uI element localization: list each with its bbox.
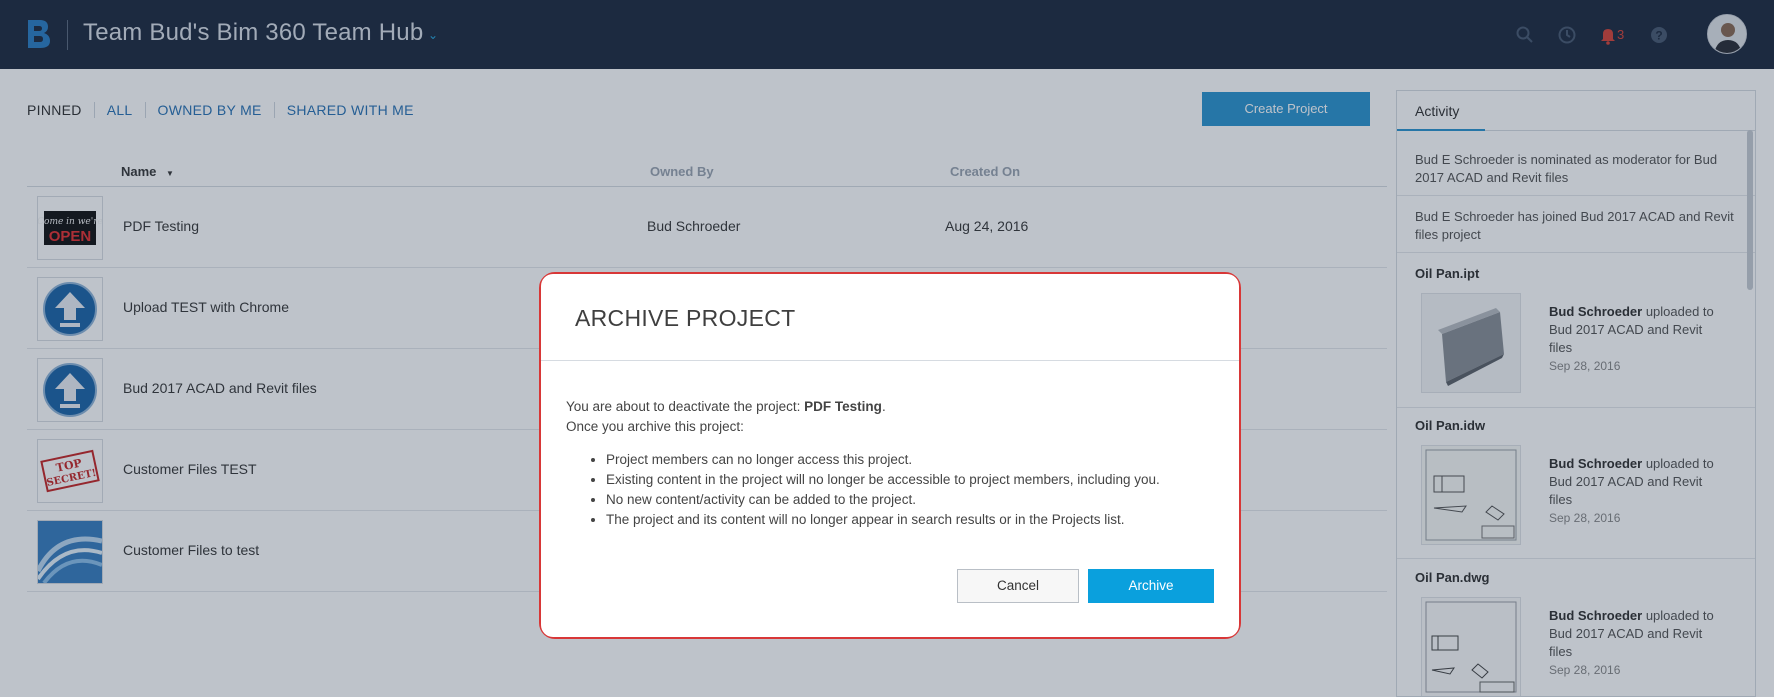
dialog-project-name: PDF Testing	[804, 399, 882, 414]
cancel-button[interactable]: Cancel	[957, 569, 1079, 603]
dialog-consequence-list: Project members can no longer access thi…	[566, 450, 1216, 530]
dialog-line2: Once you archive this project:	[566, 419, 744, 434]
dialog-divider	[541, 360, 1239, 361]
dialog-body: You are about to deactivate the project:…	[566, 397, 1216, 530]
archive-button[interactable]: Archive	[1088, 569, 1214, 603]
dialog-bullet: The project and its content will no long…	[606, 510, 1216, 530]
archive-project-dialog: ARCHIVE PROJECT You are about to deactiv…	[541, 274, 1239, 637]
dialog-intro-text: You are about to deactivate the project:	[566, 399, 805, 414]
dialog-bullet: No new content/activity can be added to …	[606, 490, 1216, 510]
dialog-intro-suffix: .	[881, 399, 886, 414]
dialog-bullet: Project members can no longer access thi…	[606, 450, 1216, 470]
dialog-title: ARCHIVE PROJECT	[575, 305, 796, 331]
dialog-intro: You are about to deactivate the project:…	[566, 397, 1216, 417]
dialog-bullet: Existing content in the project will no …	[606, 470, 1216, 490]
